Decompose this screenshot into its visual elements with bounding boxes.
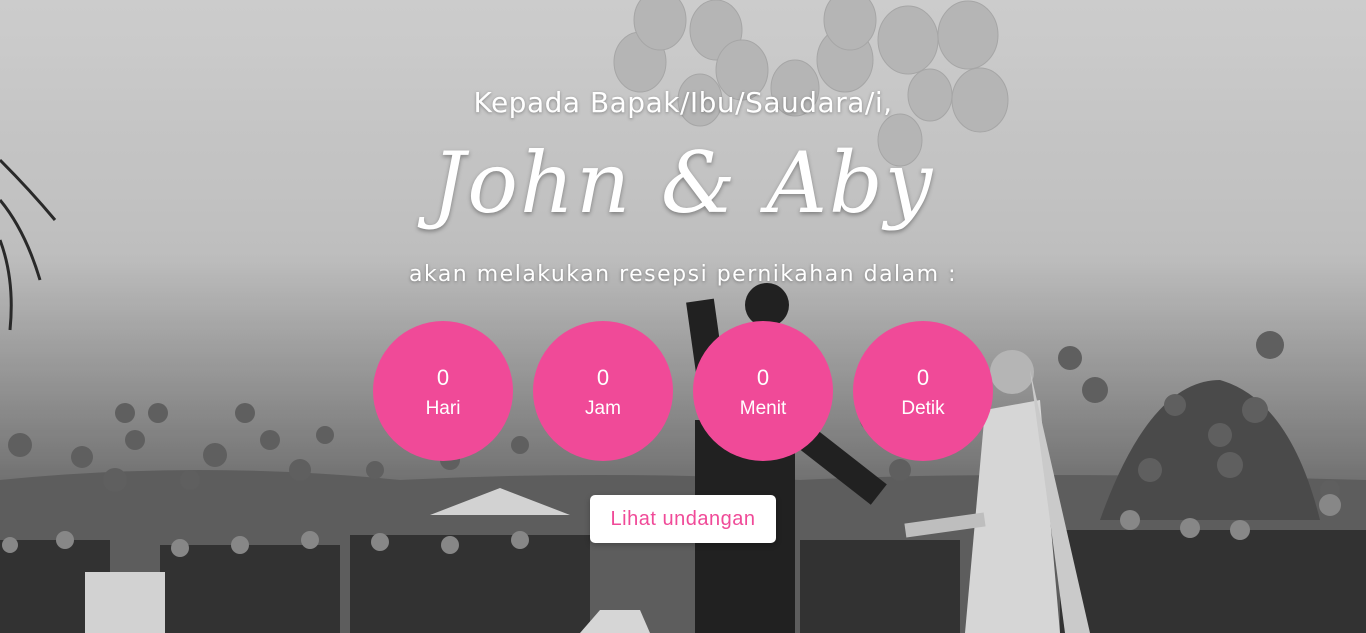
countdown-minutes-label: Menit xyxy=(739,398,787,419)
countdown-days-value: 0 xyxy=(436,365,450,390)
countdown-hours-label: Jam xyxy=(585,398,621,419)
countdown-days-label: Hari xyxy=(425,398,461,419)
countdown-hours: 0 Jam xyxy=(533,321,673,461)
countdown-minutes-value: 0 xyxy=(756,365,770,390)
countdown-seconds-value: 0 xyxy=(916,365,930,390)
hero-section: Kepada Bapak/Ibu/Saudara/i, John & Aby a… xyxy=(0,0,1366,633)
countdown-timer: 0 Hari 0 Jam 0 Menit 0 Detik xyxy=(373,321,993,461)
couple-names: John & Aby xyxy=(431,134,935,232)
reception-subtitle: akan melakukan resepsi pernikahan dalam … xyxy=(408,262,957,287)
countdown-seconds: 0 Detik xyxy=(853,321,993,461)
countdown-seconds-label: Detik xyxy=(901,398,945,419)
countdown-days: 0 Hari xyxy=(373,321,513,461)
view-invitation-button[interactable]: Lihat undangan xyxy=(590,495,776,543)
countdown-minutes: 0 Menit xyxy=(693,321,833,461)
countdown-hours-value: 0 xyxy=(596,365,610,390)
greeting-text: Kepada Bapak/Ibu/Saudara/i, xyxy=(473,86,893,119)
